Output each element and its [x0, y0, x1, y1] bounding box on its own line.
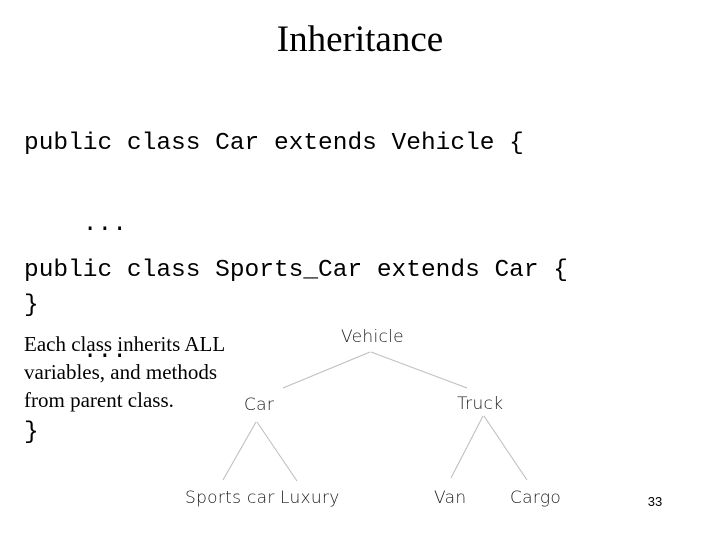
diagram-node-sports-car: Sports car [185, 488, 275, 508]
diagram-edge [483, 415, 528, 481]
diagram-node-vehicle: Vehicle [341, 327, 404, 347]
diagram-node-car: Car [244, 395, 275, 415]
diagram-node-truck: Truck [457, 394, 504, 414]
diagram-node-cargo: Cargo [510, 488, 562, 508]
diagram-node-van: Van [434, 488, 467, 508]
diagram-edge [256, 421, 298, 482]
slide: Inheritance public class Car extends Veh… [0, 0, 720, 540]
diagram-edge [370, 351, 468, 389]
inheritance-hierarchy-diagram: Vehicle Car Truck Sports car Luxury Van … [160, 315, 600, 525]
diagram-edge [222, 421, 257, 481]
page-title: Inheritance [276, 19, 444, 60]
code-line: public class Sports_Car extends Car { [24, 257, 568, 284]
page-number: 33 [647, 494, 663, 509]
diagram-edge [450, 415, 484, 479]
diagram-node-luxury: Luxury [280, 488, 340, 508]
diagram-edge [282, 351, 371, 389]
code-line: public class Car extends Vehicle { [24, 130, 524, 157]
